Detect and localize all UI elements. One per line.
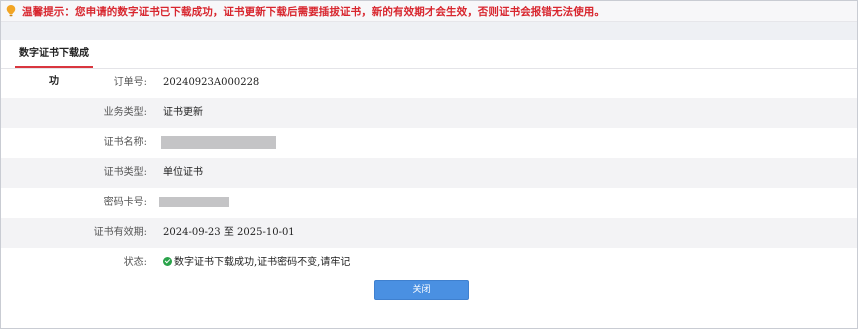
row-cert-type: 证书类型: 单位证书 xyxy=(1,158,857,188)
notice-text: 温馨提示：您申请的数字证书已下载成功，证书更新下载后需要插拔证书，新的有效期才会… xyxy=(22,6,605,18)
spacer xyxy=(1,22,857,40)
order-no-value: 20240923A000228 xyxy=(163,77,260,88)
warning-bulb-icon xyxy=(6,5,16,17)
result-panel: 数字证书下载成功 订单号: 20240923A000228 业务类型: 证书更新… xyxy=(1,40,857,328)
main-frame: 温馨提示：您申请的数字证书已下载成功，证书更新下载后需要插拔证书，新的有效期才会… xyxy=(0,0,858,329)
row-order-no: 订单号: 20240923A000228 xyxy=(1,68,857,98)
validity-label: 证书有效期: xyxy=(93,227,147,238)
row-validity: 证书有效期: 2024-09-23 至 2025-10-01 xyxy=(1,218,857,248)
pin-card-redacted xyxy=(159,197,229,207)
business-type-label: 业务类型: xyxy=(103,107,147,118)
row-pin-card: 密码卡号: xyxy=(1,188,857,218)
order-no-label: 订单号: xyxy=(113,77,147,88)
row-status: 状态: 数字证书下载成功,证书密码不变,请牢记 xyxy=(1,248,857,278)
row-business-type: 业务类型: 证书更新 xyxy=(1,98,857,128)
status-label: 状态: xyxy=(123,257,147,268)
row-cert-name: 证书名称: xyxy=(1,128,857,158)
tab-bar: 数字证书下载成功 xyxy=(1,40,857,87)
status-value-wrap: 数字证书下载成功,证书密码不变,请牢记 xyxy=(163,248,350,278)
status-value: 数字证书下载成功,证书密码不变,请牢记 xyxy=(174,257,351,268)
tab-download-success[interactable]: 数字证书下载成功 xyxy=(15,40,93,87)
cert-name-redacted xyxy=(161,136,276,149)
validity-value: 2024-09-23 至 2025-10-01 xyxy=(163,227,295,238)
cert-name-label: 证书名称: xyxy=(103,137,147,148)
business-type-value: 证书更新 xyxy=(163,107,203,118)
close-button[interactable]: 关闭 xyxy=(374,280,469,300)
cert-type-label: 证书类型: xyxy=(103,167,147,178)
cert-type-value: 单位证书 xyxy=(163,167,203,178)
success-check-icon xyxy=(163,257,172,266)
pin-card-label: 密码卡号: xyxy=(103,197,147,208)
notice-bar: 温馨提示：您申请的数字证书已下载成功，证书更新下载后需要插拔证书，新的有效期才会… xyxy=(1,1,857,22)
